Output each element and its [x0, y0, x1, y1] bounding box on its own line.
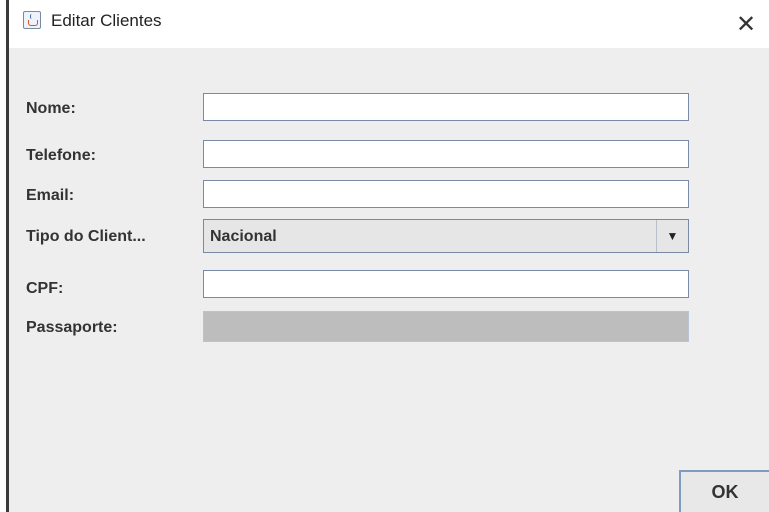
cpf-label: CPF:: [26, 280, 64, 297]
nome-label: Nome:: [26, 100, 76, 117]
java-app-icon: [23, 11, 41, 29]
email-label: Email:: [26, 187, 75, 204]
nome-field[interactable]: [203, 93, 689, 121]
close-icon: ✕: [735, 10, 757, 38]
window-title: Editar Clientes: [51, 11, 162, 30]
email-field[interactable]: [203, 180, 689, 208]
cpf-field[interactable]: [203, 270, 689, 298]
background-window-edge: [0, 0, 9, 512]
passaporte-label: Passaporte:: [26, 319, 118, 336]
telefone-label: Telefone:: [26, 147, 96, 164]
title-bar: Editar Clientes ✕: [9, 0, 769, 48]
chevron-down-icon[interactable]: ▼: [656, 220, 688, 252]
tipo-cliente-label: Tipo do Client...: [26, 228, 146, 245]
passaporte-field: [203, 311, 689, 342]
close-button[interactable]: ✕: [723, 0, 769, 48]
edit-clients-dialog: Editar Clientes ✕ Nome: Telefone: Email:…: [9, 0, 769, 512]
telefone-field[interactable]: [203, 140, 689, 168]
tipo-cliente-selected-value: Nacional: [210, 228, 277, 245]
tipo-cliente-dropdown[interactable]: Nacional ▼: [203, 219, 689, 253]
ok-button[interactable]: OK: [679, 470, 769, 512]
